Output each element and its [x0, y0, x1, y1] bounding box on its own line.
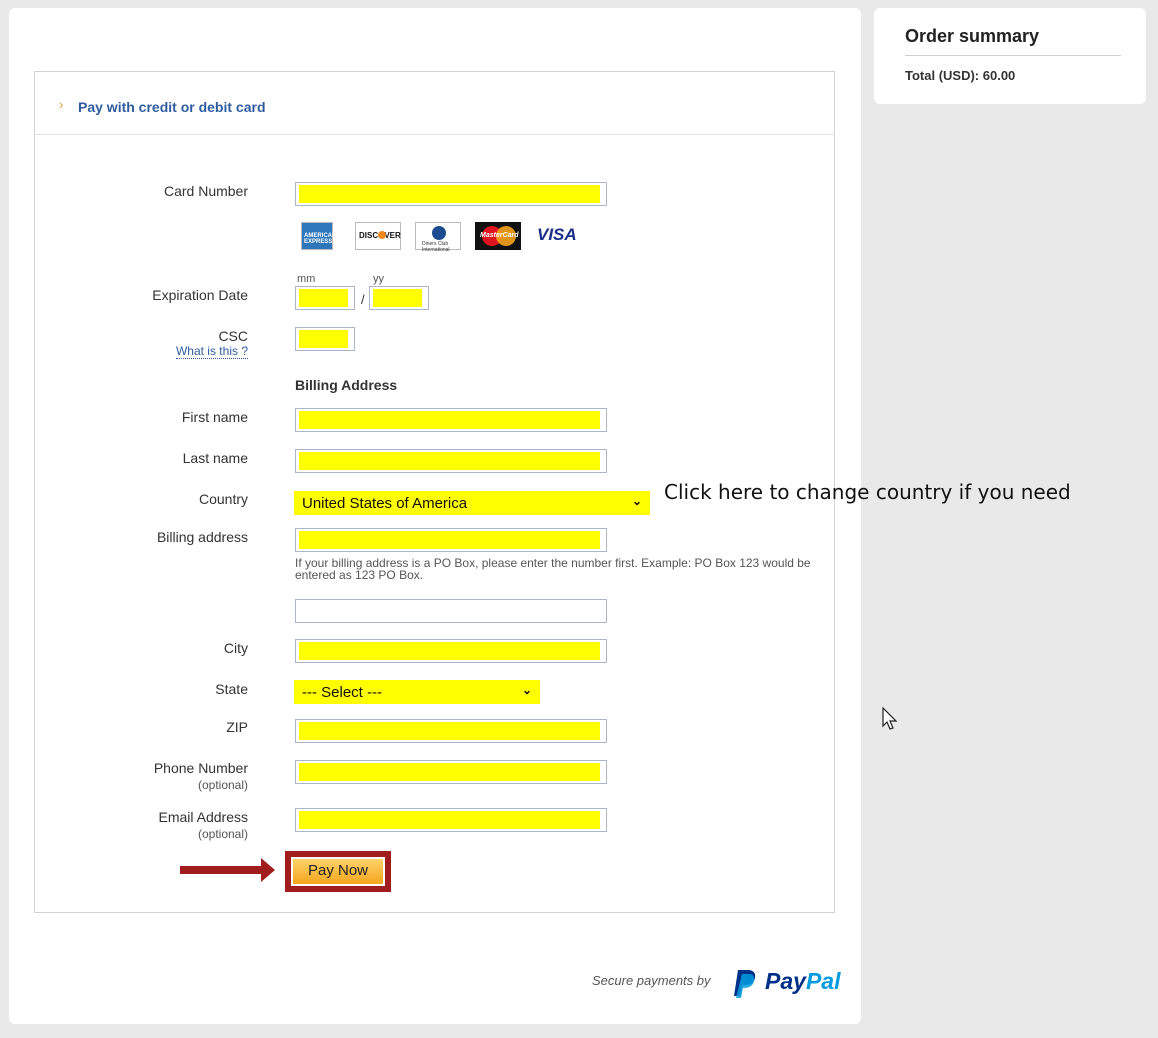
po-box-note: If your billing address is a PO Box, ple… — [295, 556, 811, 582]
amex-card-icon: AMERICAN EXPRESS — [301, 222, 336, 250]
billing-address-heading: Billing Address — [295, 377, 398, 393]
paypal-logo-text: PayPal — [765, 968, 841, 994]
state-select[interactable]: --- Select --- ⌄ — [294, 680, 540, 704]
payment-card: › Pay with credit or debit card Card Num… — [9, 8, 861, 1024]
chevron-down-icon: ⌄ — [631, 494, 642, 508]
yy-hint: yy — [373, 273, 384, 285]
paypal-logo-icon — [734, 970, 756, 998]
first-name-input[interactable] — [295, 408, 607, 432]
diners-card-icon: Diners Club International — [415, 222, 461, 253]
csc-label: CSC — [218, 328, 248, 344]
secure-payments-text: Secure payments by — [592, 973, 711, 988]
city-label: City — [223, 640, 248, 656]
panel-header[interactable]: › Pay with credit or debit card — [35, 72, 834, 135]
mouse-cursor-icon — [882, 707, 898, 730]
panel-title[interactable]: Pay with credit or debit card — [78, 99, 266, 115]
phone-input[interactable] — [295, 760, 607, 784]
chevron-right-icon: › — [59, 97, 64, 112]
email-label: Email Address — [158, 809, 248, 825]
expiration-slash: / — [361, 292, 365, 307]
order-summary-title: Order summary — [905, 26, 1121, 56]
phone-optional-label: (optional) — [197, 778, 248, 792]
arrow-head-icon — [261, 858, 275, 882]
arrow-right-icon — [180, 866, 262, 874]
mastercard-card-icon: MasterCard — [475, 222, 521, 250]
order-total: Total (USD): 60.00 — [905, 68, 1016, 83]
country-select-value: United States of America — [302, 495, 468, 512]
expiration-month-input[interactable] — [295, 286, 355, 310]
country-select[interactable]: United States of America ⌄ — [294, 491, 650, 515]
change-country-annotation: Click here to change country if you need — [664, 480, 1071, 504]
billing-address-line2-input[interactable] — [295, 599, 607, 623]
expiration-label: Expiration Date — [152, 287, 248, 303]
pay-now-button[interactable]: Pay Now — [291, 857, 385, 886]
last-name-input[interactable] — [295, 449, 607, 473]
zip-input[interactable] — [295, 719, 607, 743]
email-optional-label: (optional) — [197, 827, 248, 841]
first-name-label: First name — [181, 409, 248, 425]
zip-label: ZIP — [226, 719, 248, 735]
discover-card-icon: DISCOVER — [355, 222, 401, 250]
city-input[interactable] — [295, 639, 607, 663]
mm-hint: mm — [297, 273, 316, 285]
email-input[interactable] — [295, 808, 607, 832]
card-number-input[interactable] — [295, 182, 607, 206]
visa-card-icon: VISA — [537, 225, 577, 244]
csc-help-link[interactable]: What is this ? — [175, 345, 248, 359]
pay-button-highlight: Pay Now — [285, 851, 391, 892]
billing-address-label: Billing address — [156, 529, 248, 545]
state-label: State — [215, 681, 248, 697]
csc-input[interactable] — [295, 327, 355, 351]
billing-address-input[interactable] — [295, 528, 607, 552]
card-number-label: Card Number — [163, 183, 248, 199]
country-label: Country — [198, 491, 248, 507]
phone-label: Phone Number — [153, 760, 248, 776]
last-name-label: Last name — [182, 450, 248, 466]
state-select-value: --- Select --- — [302, 684, 382, 701]
chevron-down-icon: ⌄ — [521, 683, 532, 697]
expiration-year-input[interactable] — [369, 286, 429, 310]
order-summary-card: Order summary Total (USD): 60.00 — [874, 8, 1146, 104]
